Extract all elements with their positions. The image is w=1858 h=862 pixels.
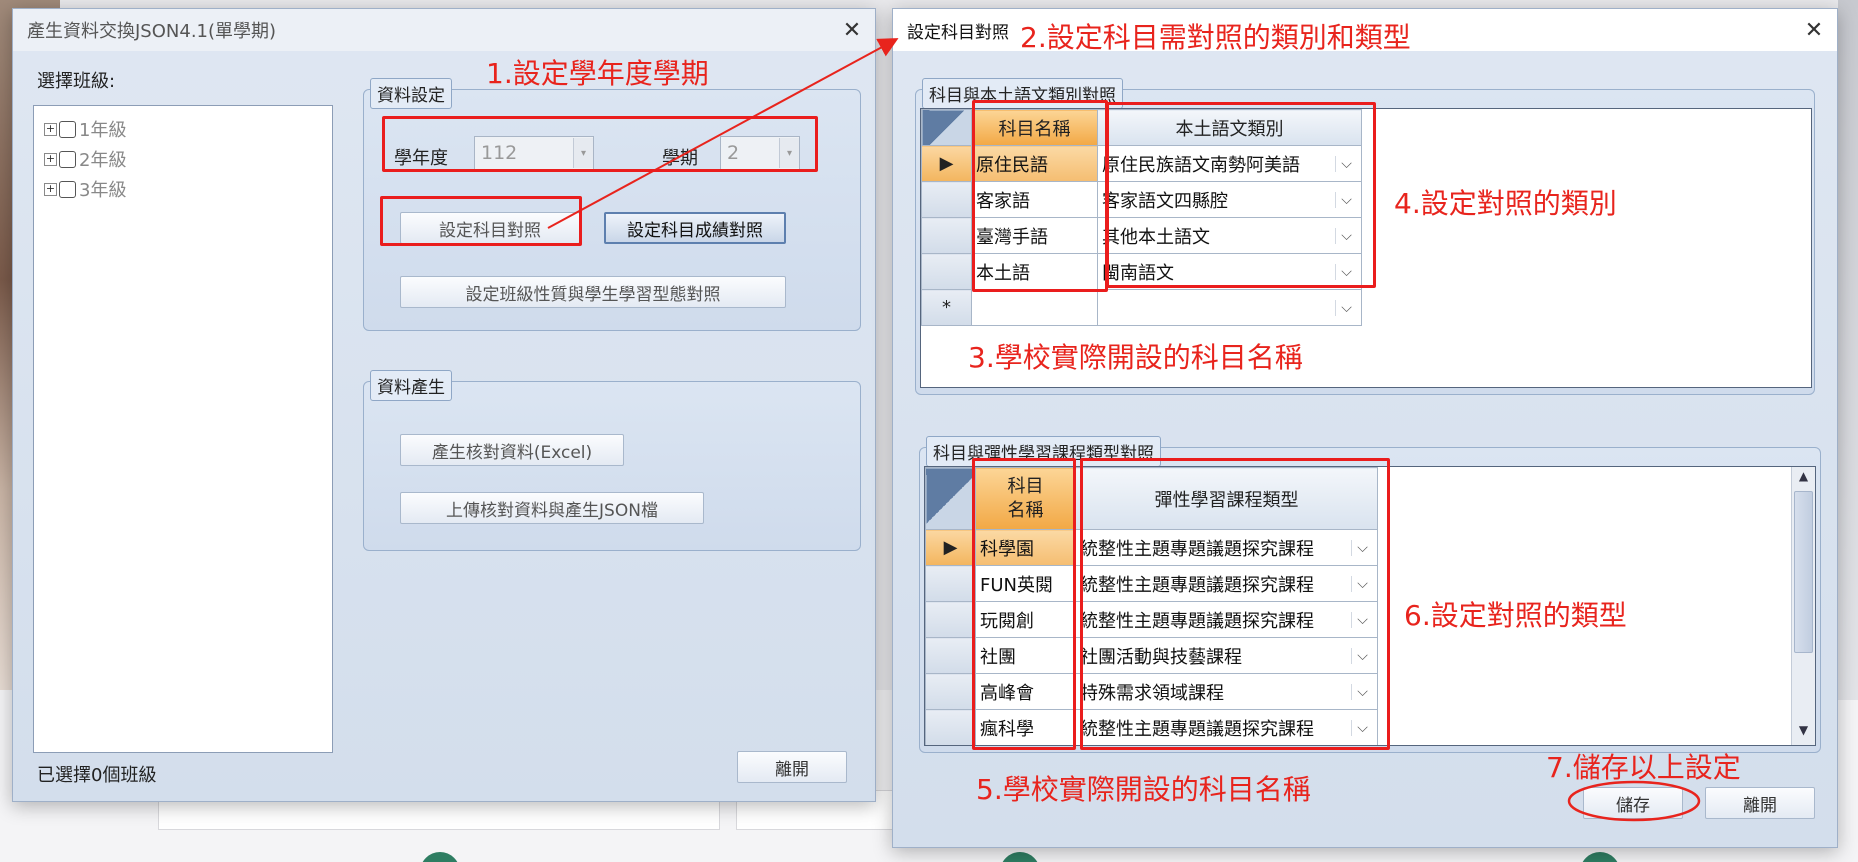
save-highlight-ellipse [1567, 780, 1701, 822]
annotation-label: 6.設定對照的類型 [1404, 599, 1627, 632]
annotation-label: 2.設定科目需對照的類別和類型 [1020, 21, 1411, 54]
annotation-label: 7.儲存以上設定 [1546, 751, 1741, 784]
annotation-label: 1.設定學年度學期 [486, 57, 709, 90]
annotation-label: 5.學校實際開設的科目名稱 [976, 773, 1311, 806]
annotation-label: 4.設定對照的類別 [1394, 187, 1617, 220]
annotation-label: 3.學校實際開設的科目名稱 [968, 341, 1303, 374]
annotation-overlay [547, 38, 1701, 822]
